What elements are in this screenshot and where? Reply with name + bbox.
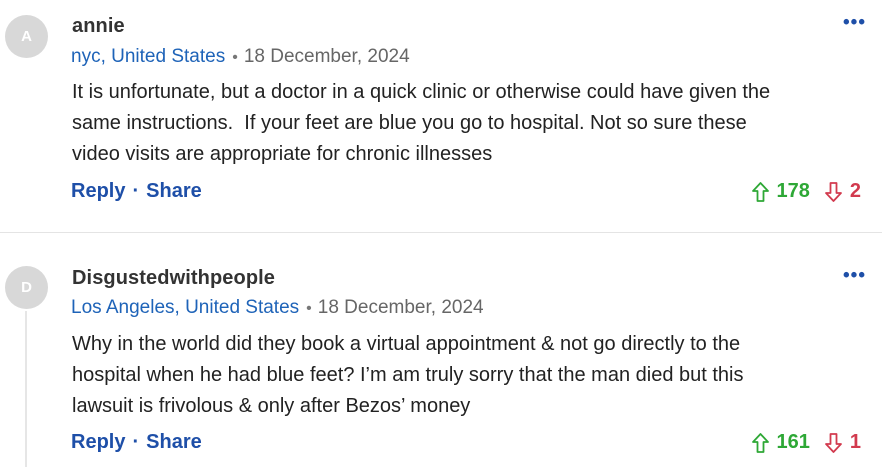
- comment-meta: Los Angeles, United States • 18 December, …: [71, 297, 484, 319]
- comment-divider: [0, 232, 882, 233]
- comment: D Disgustedwithpeople Los Angeles, Unite…: [0, 251, 892, 467]
- more-options-button[interactable]: •••: [843, 13, 866, 32]
- arrow-up-outline-icon: [751, 181, 769, 202]
- ellipsis-icon: •••: [843, 12, 866, 33]
- ellipsis-icon: •••: [843, 265, 866, 286]
- comment-username[interactable]: Disgustedwithpeople: [72, 267, 275, 290]
- reply-button[interactable]: Reply: [71, 431, 125, 454]
- comment-date: 18 December, 2024: [243, 46, 410, 67]
- comment-actions: Reply · Share: [71, 180, 202, 203]
- share-button[interactable]: Share: [146, 180, 202, 203]
- action-separator: ·: [132, 431, 140, 453]
- downvote-count: 2: [849, 180, 861, 202]
- avatar[interactable]: D: [5, 266, 48, 309]
- comment-body: Why in the world did they book a virtual…: [72, 333, 744, 417]
- thread-line: [25, 311, 27, 467]
- downvote-count: 1: [849, 431, 861, 453]
- vote-controls: 161 1: [751, 431, 861, 454]
- downvote-button[interactable]: 2: [824, 180, 861, 203]
- action-separator: ·: [132, 180, 140, 202]
- comment-actions: Reply · Share: [71, 431, 202, 454]
- comment-username[interactable]: annie: [72, 15, 125, 38]
- vote-controls: 178 2: [751, 180, 861, 203]
- reply-button[interactable]: Reply: [71, 180, 125, 203]
- comment-body: It is unfortunate, but a doctor in a qui…: [72, 81, 771, 165]
- avatar[interactable]: A: [5, 15, 48, 58]
- upvote-button[interactable]: 161: [751, 431, 810, 454]
- arrow-down-outline-icon: [824, 432, 842, 453]
- arrow-up-outline-icon: [751, 432, 769, 453]
- upvote-count: 161: [776, 431, 810, 453]
- comment-location[interactable]: nyc, United States: [71, 46, 225, 67]
- upvote-count: 178: [776, 180, 810, 202]
- meta-separator: •: [306, 300, 312, 317]
- upvote-button[interactable]: 178: [751, 180, 810, 203]
- comment-date: 18 December, 2024: [317, 297, 484, 318]
- more-options-button[interactable]: •••: [843, 266, 866, 285]
- comment-location[interactable]: Los Angeles, United States: [71, 297, 299, 318]
- comment-meta: nyc, United States • 18 December, 2024: [71, 46, 410, 68]
- downvote-button[interactable]: 1: [824, 431, 861, 454]
- comment: A annie nyc, United States • 18 December, …: [0, 0, 892, 233]
- share-button[interactable]: Share: [146, 431, 202, 454]
- arrow-down-outline-icon: [824, 181, 842, 202]
- meta-separator: •: [232, 49, 238, 66]
